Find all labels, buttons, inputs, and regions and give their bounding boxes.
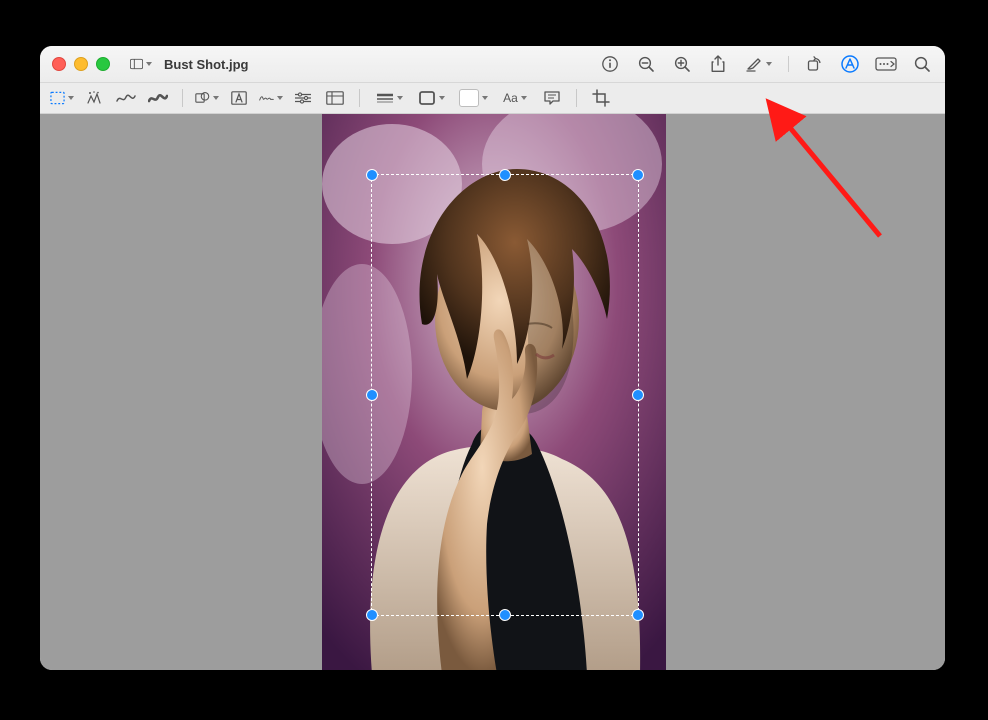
instant-alpha-icon[interactable] [82,87,106,109]
selection-tool-button[interactable] [50,87,74,109]
zoom-in-icon[interactable] [671,53,693,75]
sign-button[interactable] [259,87,283,109]
selection-handle-bottom-right[interactable] [632,609,644,621]
crop-button[interactable] [589,87,613,109]
adjust-color-icon[interactable] [291,87,315,109]
separator [359,89,360,107]
info-icon[interactable] [599,53,621,75]
text-style-label: Aa [503,91,518,105]
annotate-description-icon[interactable] [540,87,564,109]
image-canvas[interactable] [40,114,945,670]
border-color-button[interactable] [414,87,448,109]
close-window-button[interactable] [52,57,66,71]
selection-handle-bottom-mid[interactable] [499,609,511,621]
form-fill-icon[interactable] [875,53,897,75]
document-title: Bust Shot.jpg [164,57,249,72]
search-icon[interactable] [911,53,933,75]
rotate-icon[interactable] [803,53,825,75]
titlebar: Bust Shot.jpg [40,46,945,83]
selection-handle-top-left[interactable] [366,169,378,181]
separator [182,89,183,107]
preview-window: Bust Shot.jpg [40,46,945,670]
adjust-size-icon[interactable] [323,87,347,109]
draw-icon[interactable] [146,87,170,109]
markup-toggle-icon[interactable] [839,53,861,75]
crop-selection-rect[interactable] [371,174,639,616]
selection-handle-mid-left[interactable] [366,389,378,401]
markup-toolbar: Aa [40,83,945,114]
separator [576,89,577,107]
sketch-icon[interactable] [114,87,138,109]
selection-handle-mid-right[interactable] [632,389,644,401]
fill-color-button[interactable] [456,87,490,109]
highlight-icon[interactable] [743,53,774,75]
text-style-button[interactable]: Aa [498,87,532,109]
shapes-button[interactable] [195,87,219,109]
window-controls [52,57,110,71]
share-icon[interactable] [707,53,729,75]
selection-handle-top-mid[interactable] [499,169,511,181]
text-tool-icon[interactable] [227,87,251,109]
zoom-window-button[interactable] [96,57,110,71]
shape-style-button[interactable] [372,87,406,109]
minimize-window-button[interactable] [74,57,88,71]
selection-handle-bottom-left[interactable] [366,609,378,621]
fill-color-swatch [459,89,479,107]
zoom-out-icon[interactable] [635,53,657,75]
separator [788,56,789,72]
selection-handle-top-right[interactable] [632,169,644,181]
sidebar-toggle-button[interactable] [126,51,156,77]
